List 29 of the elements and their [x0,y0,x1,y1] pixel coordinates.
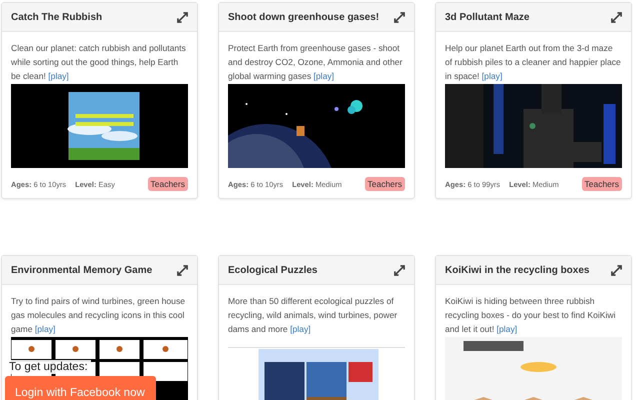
facebook-login-button[interactable]: Login with Facebook now [5,376,156,400]
expand-icon[interactable] [611,12,622,22]
play-link[interactable]: [play] [482,71,502,81]
game-description: Try to find pairs of wind turbines, green house gas molecules and recycling icons in this cool game [play] [11,295,186,336]
play-link[interactable]: [play] [496,324,518,334]
game-description: KoiKiwi is hiding between three rubbish recycling boxes - do your best to find KoiKiwi and let it out! [play] [445,295,617,336]
expand-icon[interactable] [611,264,622,276]
card-title: Ecological Puzzles [228,264,318,276]
expand-icon[interactable] [177,264,188,276]
play-link[interactable]: [play] [34,324,56,334]
card-title: 3d Pollutant Maze [445,12,530,22]
card-title: Catch The Rubbish [11,12,102,22]
card-title: Environmental Memory Game [11,264,152,276]
expand-icon[interactable] [394,264,405,276]
game-description: Protect Earth from greenhouse gases - shoot and destroy CO2, Ozone, Ammonia and other global warming gases [play] [228,42,404,83]
teachers-badge[interactable]: Teachers [148,177,188,191]
card-title: Shoot down greenhouse gases! [228,12,380,22]
updates-label: To get updates: [6,360,91,374]
game-description: Help our planet Earth out from the 3-d maze of rubbish piles to a cleaner and happier place in space! [play] [445,42,622,83]
teachers-badge[interactable]: Teachers [582,177,622,191]
teachers-badge[interactable]: Teachers [364,177,405,191]
expand-icon[interactable] [177,12,188,22]
play-link[interactable]: [play] [314,71,334,81]
expand-icon[interactable] [394,12,405,22]
game-description: Clean our planet: catch rubbish and pollutants while sorting out the good things, help Earth be clean! [play] [11,42,187,83]
play-link[interactable]: [play] [48,71,69,81]
play-link[interactable]: [play] [290,324,311,334]
card-title: KoiKiwi in the recycling boxes [445,264,590,276]
game-description: More than 50 different ecological puzzles of recycling, wild animals, wind turbines, power dams and more [play] [228,295,398,336]
